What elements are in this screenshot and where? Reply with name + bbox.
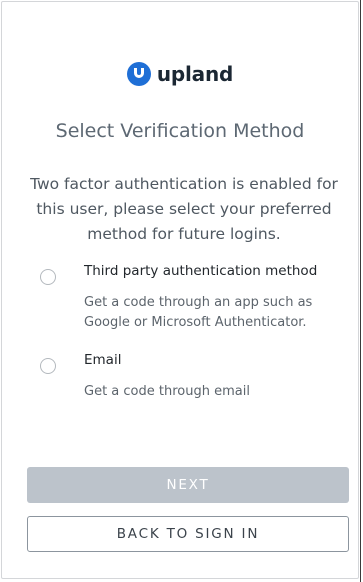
third-party-radio[interactable] [40, 269, 56, 285]
upland-logo: upland [2, 62, 358, 86]
upland-logo-icon [126, 62, 151, 86]
email-description: Get a code through email [84, 384, 250, 399]
back-to-sign-in-button[interactable]: BACK TO SIGN IN [27, 516, 349, 552]
email-radio[interactable] [40, 358, 56, 374]
next-button[interactable]: NEXT [27, 467, 349, 503]
page-title: Select Verification Method [55, 120, 305, 142]
intro-text: Two factor authentication is enabled for… [30, 175, 338, 243]
verification-card: upland Select Verification Method Two fa… [1, 1, 359, 579]
third-party-label[interactable]: Third party authentication method [84, 263, 317, 279]
email-label[interactable]: Email [84, 352, 121, 368]
third-party-description: Get a code through an app such as Google… [84, 295, 313, 330]
brand-name: upland [156, 62, 234, 86]
